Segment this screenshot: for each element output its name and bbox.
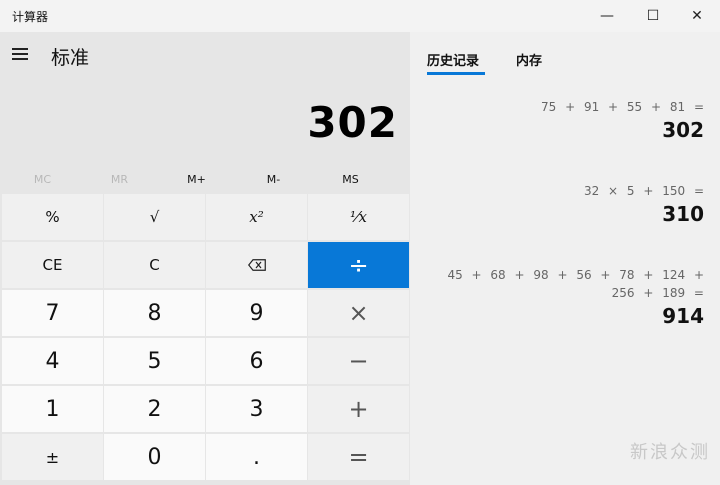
decimal-button[interactable]: .: [206, 434, 307, 480]
history-result: 914: [662, 304, 704, 328]
history-result: 310: [662, 202, 704, 226]
clear-button[interactable]: C: [104, 242, 205, 288]
title-bar: 计算器 — ☐ ✕: [0, 0, 720, 32]
mc-button[interactable]: MC: [4, 166, 81, 192]
history-panel: 历史记录 内存 75 + 91 + 55 + 81 = 302 32 × 5 +…: [410, 32, 720, 485]
minimize-button[interactable]: —: [584, 0, 630, 32]
digit-1-button[interactable]: 1: [2, 386, 103, 432]
plus-button[interactable]: +: [308, 386, 409, 432]
ce-button[interactable]: CE: [2, 242, 103, 288]
mode-title: 标准: [51, 47, 90, 69]
mr-button[interactable]: MR: [81, 166, 158, 192]
digit-9-button[interactable]: 9: [206, 290, 307, 336]
maximize-button[interactable]: ☐: [630, 0, 676, 32]
percent-button[interactable]: %: [2, 194, 103, 240]
equals-button[interactable]: =: [308, 434, 409, 480]
result-display: 302: [307, 98, 398, 147]
keypad: % √ x² ¹⁄x CE C ÷ 7 8 9 × 4 5 6 − 1 2 3 …: [2, 194, 409, 482]
digit-5-button[interactable]: 5: [104, 338, 205, 384]
digit-0-button[interactable]: 0: [104, 434, 205, 480]
close-button[interactable]: ✕: [674, 0, 720, 32]
digit-7-button[interactable]: 7: [2, 290, 103, 336]
negate-button[interactable]: ±: [2, 434, 103, 480]
square-button[interactable]: x²: [206, 194, 307, 240]
active-tab-indicator: [427, 72, 485, 75]
m-minus-button[interactable]: M-: [235, 166, 312, 192]
history-expression: 32 × 5 + 150 =: [583, 184, 704, 198]
divide-button[interactable]: ÷: [308, 242, 409, 288]
ms-button[interactable]: MS: [312, 166, 389, 192]
reciprocal-button[interactable]: ¹⁄x: [308, 194, 409, 240]
minus-button[interactable]: −: [308, 338, 409, 384]
app-title: 计算器: [12, 10, 49, 24]
history-expression: 75 + 91 + 55 + 81 =: [541, 100, 704, 114]
digit-6-button[interactable]: 6: [206, 338, 307, 384]
history-item[interactable]: 32 × 5 + 150 = 310: [424, 182, 704, 226]
history-expression: 45 + 68 + 98 + 56 + 78 + 124 + 256 + 189…: [447, 268, 704, 300]
digit-3-button[interactable]: 3: [206, 386, 307, 432]
memory-row: MC MR M+ M- MS: [2, 166, 408, 192]
digit-2-button[interactable]: 2: [104, 386, 205, 432]
backspace-button[interactable]: [206, 242, 307, 288]
digit-8-button[interactable]: 8: [104, 290, 205, 336]
tab-history[interactable]: 历史记录: [427, 50, 479, 69]
digit-4-button[interactable]: 4: [2, 338, 103, 384]
tab-memory[interactable]: 内存: [516, 50, 542, 69]
history-item[interactable]: 45 + 68 + 98 + 56 + 78 + 124 + 256 + 189…: [424, 266, 704, 328]
multiply-button[interactable]: ×: [308, 290, 409, 336]
calculator-panel: 标准 302 MC MR M+ M- MS % √ x² ¹⁄x CE C ÷ …: [0, 32, 410, 485]
history-result: 302: [662, 118, 704, 142]
history-item[interactable]: 75 + 91 + 55 + 81 = 302: [424, 98, 704, 142]
backspace-icon: [247, 259, 266, 271]
watermark: 新浪众测: [630, 442, 710, 463]
m-plus-button[interactable]: M+: [158, 166, 235, 192]
menu-icon[interactable]: [10, 46, 30, 62]
sqrt-button[interactable]: √: [104, 194, 205, 240]
